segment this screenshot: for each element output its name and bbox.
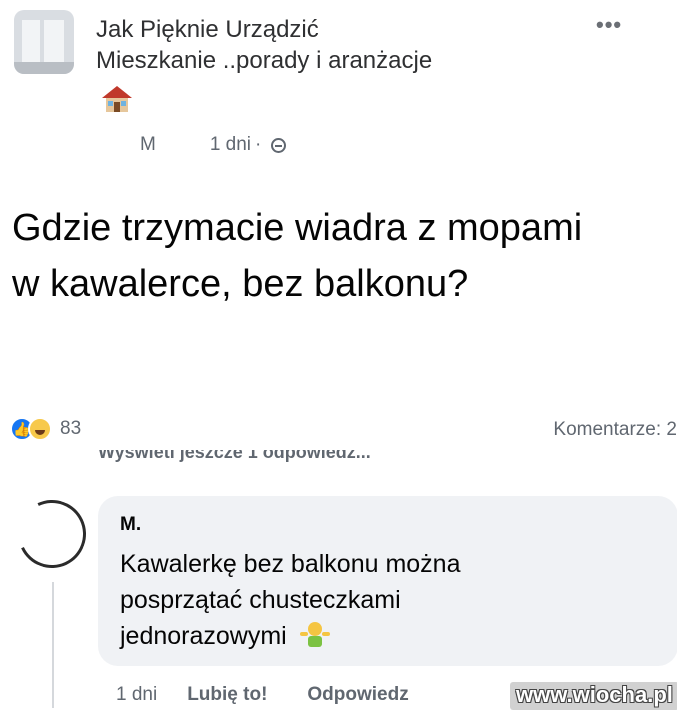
watermark: www.wiocha.pl: [510, 682, 677, 710]
group-name-line2: Mieszkanie ..porady i aranżacje: [96, 47, 433, 74]
post-author[interactable]: M: [140, 134, 156, 156]
reaction-count: 83: [60, 418, 82, 439]
group-name-line1: Jak Pięknie Urządzić: [96, 16, 319, 43]
reactions-summary[interactable]: 👍 83: [10, 417, 81, 441]
view-more-replies-label: Wyświetl jeszcze 1 odpowiedź...: [98, 450, 371, 462]
post-text: Gdzie trzymacie wiadra z mopami w kawale…: [12, 207, 583, 305]
commenter-avatar[interactable]: [8, 490, 96, 578]
shrug-emoji-icon: [299, 622, 330, 647]
comment-reply-button[interactable]: Odpowiedz: [307, 684, 408, 706]
more-options-icon[interactable]: •••: [596, 12, 622, 38]
thread-line: [52, 582, 54, 708]
comment-like-button[interactable]: Lubię to!: [187, 684, 267, 706]
haha-reaction-icon: [28, 417, 52, 441]
comment-author[interactable]: M.: [120, 514, 141, 536]
comment-text-block: Kawalerkę bez balkonu można posprzątać c…: [120, 546, 560, 654]
meta-separator: ·: [255, 134, 262, 155]
comment-actions: 1 dni Lubię to! Odpowiedz: [116, 684, 409, 706]
house-emoji-icon: [102, 86, 132, 112]
post-meta: M 1 dni ·: [140, 134, 287, 156]
comments-count[interactable]: Komentarze: 2: [553, 419, 677, 441]
comment-text: Kawalerkę bez balkonu można posprzątać c…: [120, 550, 461, 650]
group-avatar[interactable]: [14, 10, 74, 74]
view-more-replies[interactable]: Wyświetl jeszcze 1 odpowiedź...: [98, 450, 508, 464]
group-name[interactable]: Jak Pięknie Urządzić Mieszkanie ..porady…: [96, 14, 432, 76]
globe-icon: [271, 137, 287, 153]
post-time[interactable]: 1 dni: [210, 134, 251, 156]
comment-time[interactable]: 1 dni: [116, 684, 157, 706]
